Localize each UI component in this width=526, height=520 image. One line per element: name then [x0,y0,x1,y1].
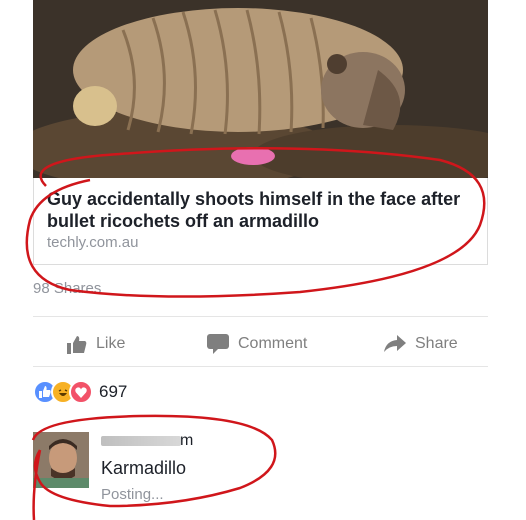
avatar[interactable] [33,432,89,488]
share-label: Share [415,335,458,352]
comment-text: Karmadillo [101,458,187,478]
link-preview-card[interactable]: Guy accidentally shoots himself in the f… [33,178,488,265]
article-image[interactable] [33,0,488,178]
comment-button[interactable]: Comment [207,333,307,355]
comment-author-name[interactable]: m [180,432,193,450]
comment-status: Posting... [101,486,164,503]
love-reaction-icon [69,380,93,404]
comment-author-name-redacted[interactable] [101,436,181,446]
like-button[interactable]: Like [67,333,125,355]
shares-count[interactable]: 98 Shares [33,280,101,297]
reaction-count: 697 [99,382,128,401]
divider [33,316,488,317]
reactions-summary[interactable]: 697 [33,380,127,404]
share-button[interactable]: Share [384,333,458,355]
divider [33,366,488,367]
share-arrow-icon [384,335,406,353]
like-label: Like [96,335,126,352]
speech-bubble-icon [207,334,229,354]
comment-label: Comment [238,335,308,352]
link-domain: techly.com.au [47,234,139,251]
link-title[interactable]: Guy accidentally shoots himself in the f… [47,188,477,232]
thumbs-up-icon [67,335,87,354]
